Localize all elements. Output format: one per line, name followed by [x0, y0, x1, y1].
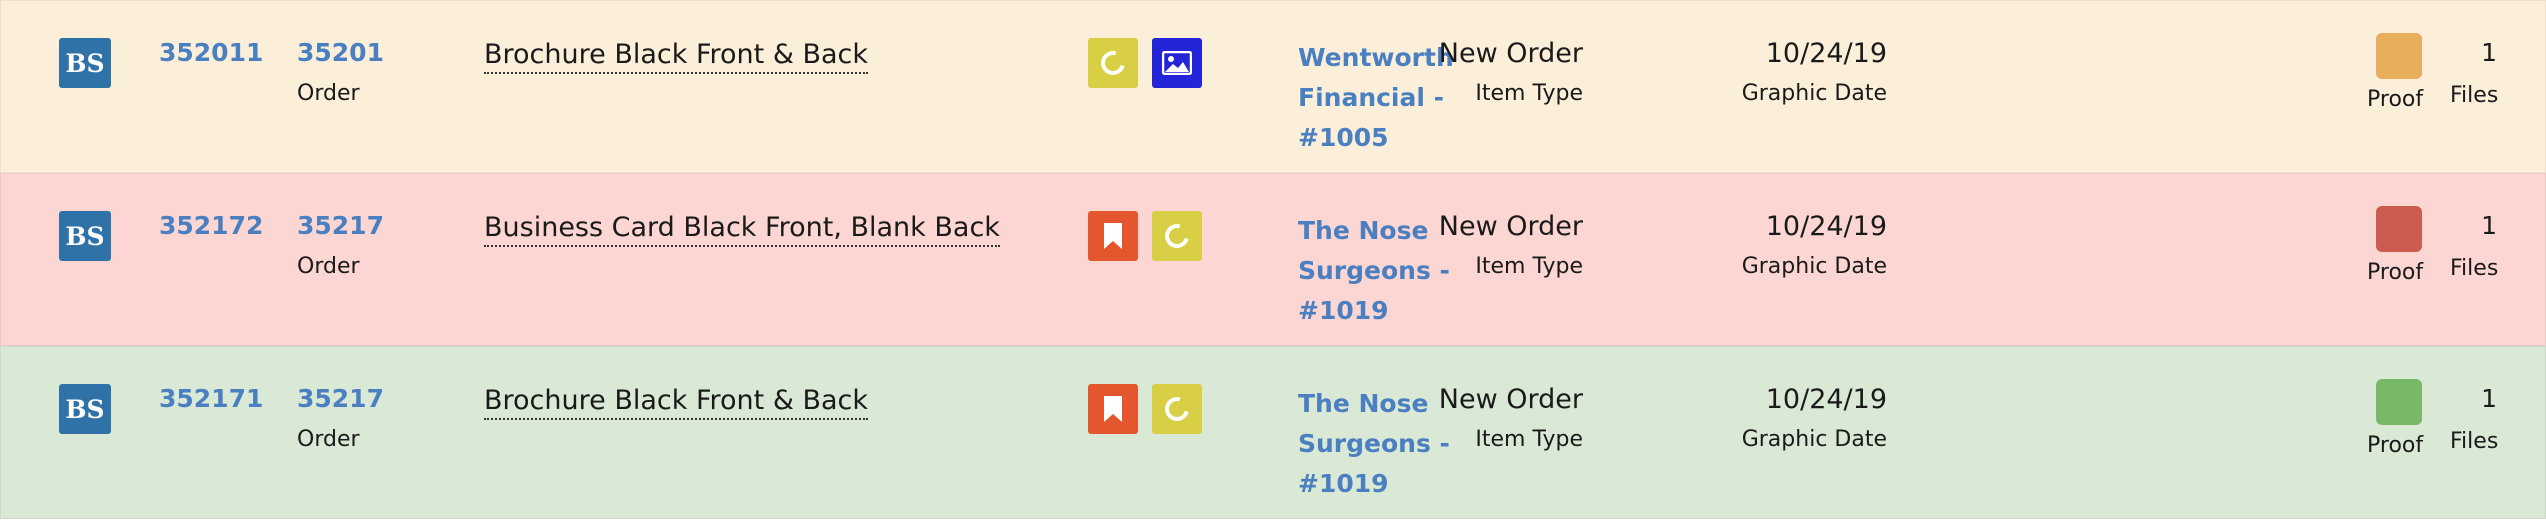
files-count: 1: [2481, 384, 2497, 413]
status-value: New Order: [1438, 38, 1583, 69]
graphic-date-value: 10/24/19: [1765, 211, 1887, 242]
status-label: Item Type: [1475, 427, 1583, 452]
proof-label: Proof: [2367, 87, 2424, 112]
item-description[interactable]: Brochure Black Front & Back: [484, 38, 869, 74]
order-label: Order: [297, 81, 360, 106]
table-row[interactable]: BS 352171 35217 Order Brochure Black Fro…: [0, 346, 2546, 519]
bookmark-icon[interactable]: [1088, 211, 1138, 261]
bookmark-icon[interactable]: [1088, 384, 1138, 434]
graphic-date-label: Graphic Date: [1741, 254, 1887, 279]
sync-icon[interactable]: [1152, 384, 1202, 434]
table-row[interactable]: BS 352172 35217 Order Business Card Blac…: [0, 173, 2546, 346]
order-id-link[interactable]: 35201: [297, 38, 384, 67]
files-label: Files: [2450, 429, 2499, 454]
files-count: 1: [2481, 211, 2497, 240]
status-label: Item Type: [1475, 254, 1583, 279]
job-id-link[interactable]: 352172: [159, 211, 263, 240]
order-id-link[interactable]: 35217: [297, 211, 384, 240]
graphic-date-value: 10/24/19: [1765, 384, 1887, 415]
badge-bs: BS: [59, 384, 111, 434]
badge-bs: BS: [59, 38, 111, 88]
graphic-date-label: Graphic Date: [1741, 427, 1887, 452]
graphic-date-label: Graphic Date: [1741, 81, 1887, 106]
item-description[interactable]: Brochure Black Front & Back: [484, 384, 869, 420]
badge-bs: BS: [59, 211, 111, 261]
sync-icon[interactable]: [1152, 211, 1202, 261]
job-id-link[interactable]: 352171: [159, 384, 263, 413]
table-row[interactable]: BS 352011 35201 Order Brochure Black Fro…: [0, 0, 2546, 173]
proof-label: Proof: [2367, 260, 2424, 285]
status-value: New Order: [1438, 211, 1583, 242]
files-label: Files: [2450, 256, 2499, 281]
status-value: New Order: [1438, 384, 1583, 415]
proof-status-square[interactable]: [2376, 379, 2422, 425]
item-description[interactable]: Business Card Black Front, Blank Back: [484, 211, 1000, 247]
files-count: 1: [2481, 38, 2497, 67]
graphic-date-value: 10/24/19: [1765, 38, 1887, 69]
files-label: Files: [2450, 83, 2499, 108]
proof-label: Proof: [2367, 433, 2424, 458]
proof-status-square[interactable]: [2376, 33, 2422, 79]
sync-icon[interactable]: [1088, 38, 1138, 88]
order-label: Order: [297, 254, 360, 279]
order-id-link[interactable]: 35217: [297, 384, 384, 413]
image-icon[interactable]: [1152, 38, 1202, 88]
status-label: Item Type: [1475, 81, 1583, 106]
proof-status-square[interactable]: [2376, 206, 2422, 252]
job-id-link[interactable]: 352011: [159, 38, 263, 67]
order-label: Order: [297, 427, 360, 452]
